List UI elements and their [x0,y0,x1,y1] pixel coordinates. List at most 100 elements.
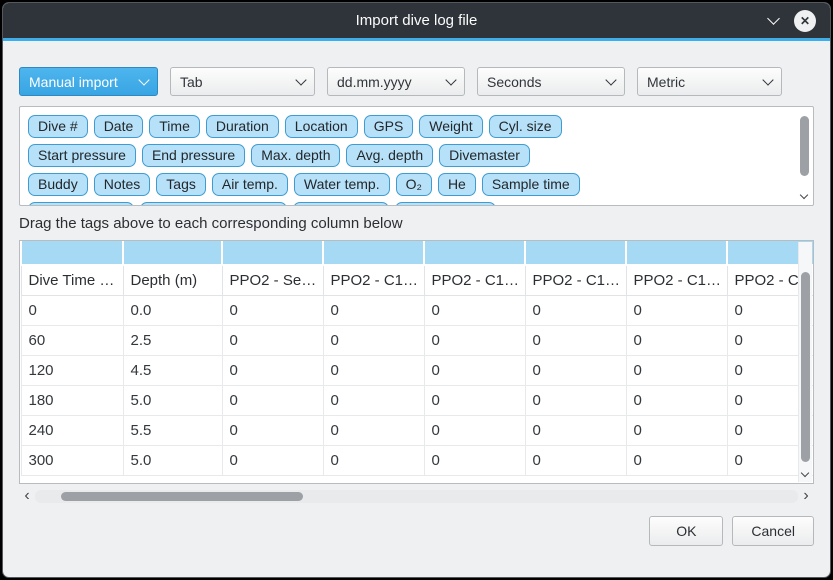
drag-tag-dive[interactable]: Dive # [28,115,88,138]
units-combobox[interactable]: Metric [637,67,782,96]
close-button[interactable]: ✕ [794,10,816,32]
table-row: 1204.5000000 [21,355,814,385]
chevron-down-icon [762,74,773,85]
shade-chevron-down-icon[interactable] [767,12,780,25]
preview-table-container: Dive Time …Depth (m)PPO2 - Se… PPO2 - C1…… [19,240,814,484]
drag-tag-sample-depth[interactable]: Sample depth [28,202,134,206]
column-header: PPO2 - C1… [424,265,525,295]
drag-tag-water-temp[interactable]: Water temp. [294,173,390,196]
scroll-down-icon[interactable] [800,191,808,199]
drag-tag-max-depth[interactable]: Max. depth [251,144,340,167]
date-format-combobox[interactable]: dd.mm.yyyy [327,67,465,96]
scroll-right-icon[interactable]: › [798,489,814,503]
table-cell: 180 [21,385,123,415]
drag-tag-duration[interactable]: Duration [206,115,279,138]
table-cell: 240 [21,415,123,445]
column-header: PPO2 - C1… [525,265,626,295]
table-cell: 5.5 [123,415,222,445]
drag-tag-date[interactable]: Date [94,115,144,138]
column-drop-target[interactable] [123,241,222,265]
drag-tag-sample-po[interactable]: Sample pO₂ [293,202,388,206]
table-cell: 0 [626,385,727,415]
drag-tag-weight[interactable]: Weight [419,115,482,138]
drag-tag-time[interactable]: Time [149,115,200,138]
table-cell: 0.0 [123,295,222,325]
table-cell: 0 [222,385,323,415]
table-body: 00.0000000602.50000001204.50000001805.00… [21,295,814,475]
table-row: 1805.0000000 [21,385,814,415]
drag-tag-cyl-size[interactable]: Cyl. size [489,115,562,138]
drag-tag-buddy[interactable]: Buddy [28,173,88,196]
table-cell: 0 [525,295,626,325]
table-cell: 0 [222,415,323,445]
column-header: Depth (m) [123,265,222,295]
column-drop-target[interactable] [424,241,525,265]
table-cell: 0 [424,445,525,475]
scrollbar-thumb[interactable] [61,492,303,501]
scroll-down-icon[interactable] [801,469,809,477]
table-cell: 0 [222,295,323,325]
ok-button[interactable]: OK [649,516,723,546]
column-header-row: Dive Time …Depth (m)PPO2 - Se… PPO2 - C1…… [21,265,814,295]
scrollbar-thumb[interactable] [801,272,810,462]
instruction-text: Drag the tags above to each correspondin… [19,215,814,232]
table-row: 2405.5000000 [21,415,814,445]
titlebar[interactable]: Import dive log file ✕ [3,3,830,38]
table-cell: 0 [424,295,525,325]
combobox-value: Seconds [487,74,597,90]
field-separator-combobox[interactable]: Tab [170,67,315,96]
column-drop-target[interactable] [626,241,727,265]
scrollbar-thumb[interactable] [800,116,809,176]
table-cell: 0 [626,355,727,385]
drag-tag-location[interactable]: Location [285,115,358,138]
combobox-value: dd.mm.yyyy [337,74,437,90]
drag-tag-tags[interactable]: Tags [156,173,206,196]
import-options-row: Manual import Tab dd.mm.yyyy Seconds Met… [19,67,814,96]
drag-tag-divemaster[interactable]: Divemaster [439,144,530,167]
table-cell: 0 [525,415,626,445]
scroll-left-icon[interactable]: ‹ [19,489,35,503]
import-source-combobox[interactable]: Manual import [19,67,158,96]
table-cell: 0 [323,415,424,445]
tag-area-scrollbar[interactable] [798,108,812,204]
dialog-buttons: OK Cancel [19,504,814,546]
drag-tag-sample-temperature[interactable]: Sample temperature [140,202,287,206]
drag-tag-end-pressure[interactable]: End pressure [142,144,245,167]
table-cell: 0 [424,355,525,385]
drag-tag-air-temp[interactable]: Air temp. [212,173,288,196]
column-drop-target[interactable] [323,241,424,265]
table-cell: 4.5 [123,355,222,385]
combobox-value: Manual import [29,74,130,90]
drag-tag-avg-depth[interactable]: Avg. depth [346,144,433,167]
drag-tag-gps[interactable]: GPS [364,115,414,138]
drag-tag-start-pressure[interactable]: Start pressure [28,144,136,167]
table-cell: 0 [222,355,323,385]
tag-area: Dive # DateTime Duration Location GPSWeight C… [19,106,814,206]
table-vertical-scrollbar[interactable] [798,242,812,482]
column-drop-target[interactable] [222,241,323,265]
cancel-button[interactable]: Cancel [732,516,814,546]
column-drop-target[interactable] [21,241,123,265]
chevron-down-icon [605,74,616,85]
table-cell: 0 [525,325,626,355]
table-cell: 300 [21,445,123,475]
table-cell: 5.0 [123,445,222,475]
drag-tag-o[interactable]: O₂ [396,173,432,196]
close-icon: ✕ [800,14,810,28]
drag-tag-sample-time[interactable]: Sample time [482,173,580,196]
column-header: Dive Time … [21,265,123,295]
table-cell: 0 [323,325,424,355]
drag-tag-he[interactable]: He [438,173,476,196]
combobox-value: Tab [180,74,287,90]
column-drop-target[interactable] [525,241,626,265]
duration-format-combobox[interactable]: Seconds [477,67,625,96]
column-header: PPO2 - Se… [222,265,323,295]
drag-tag-notes[interactable]: Notes [94,173,151,196]
drag-tag-sample-cns[interactable]: Sample CNS [395,202,496,206]
chevron-down-icon [295,74,306,85]
scrollbar-track[interactable] [35,490,798,503]
table-cell: 0 [525,445,626,475]
horizontal-scrollbar[interactable]: ‹ › [19,488,814,504]
table-row: 602.5000000 [21,325,814,355]
table-row: 00.0000000 [21,295,814,325]
